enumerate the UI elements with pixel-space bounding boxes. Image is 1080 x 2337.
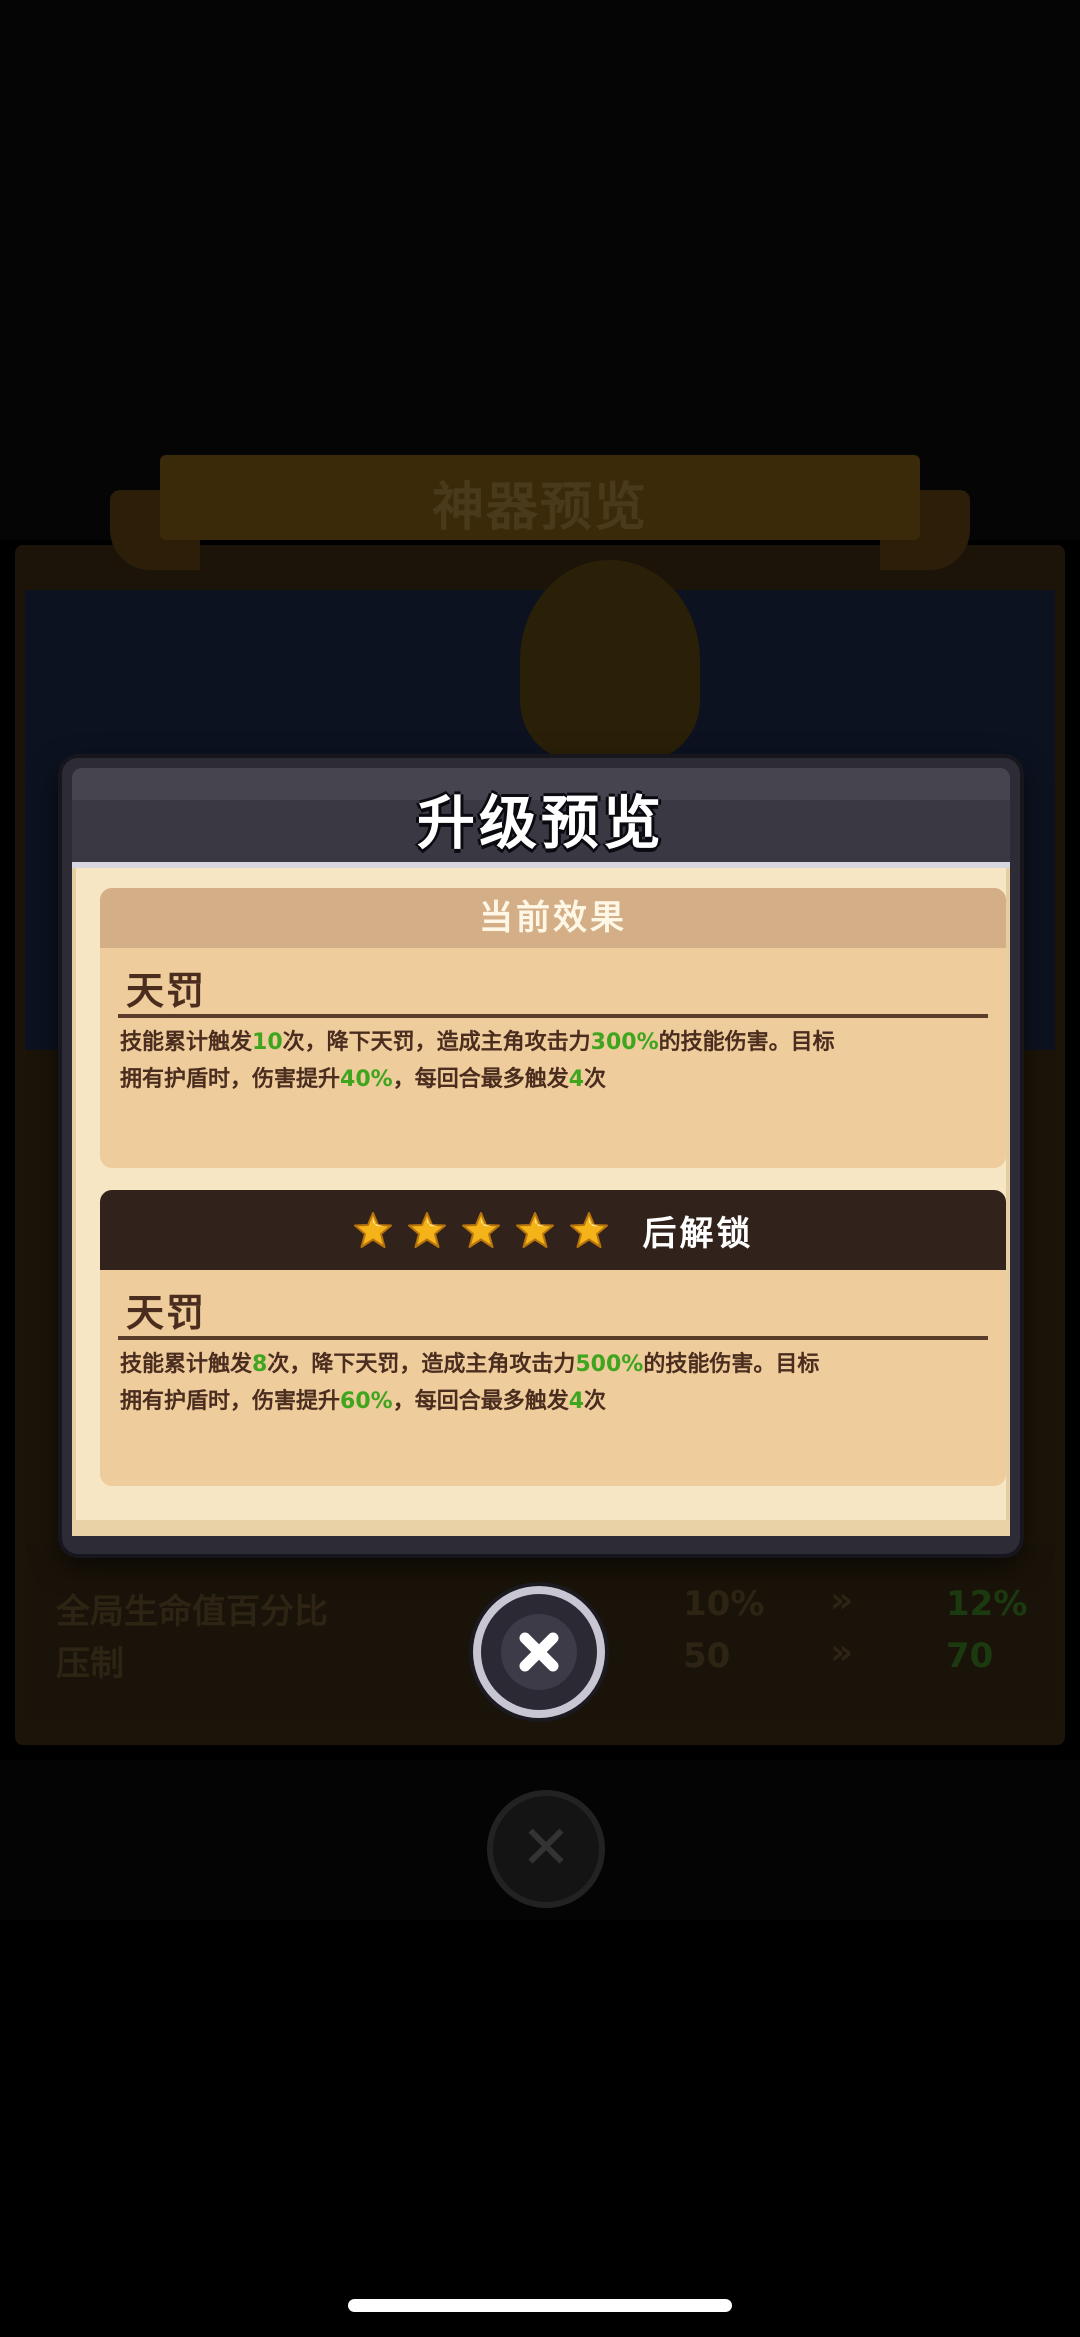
star-icon	[353, 1210, 393, 1250]
close-button[interactable]	[481, 1594, 597, 1710]
star-icon	[569, 1210, 609, 1250]
stat-next-value: 12%	[946, 1584, 1028, 1624]
artifact-image	[520, 560, 700, 760]
skill-name: 天罚	[126, 1291, 207, 1335]
unlock-label: 后解锁	[642, 1213, 754, 1254]
current-effect-card: 当前效果 天罚 技能累计触发10次，降下天罚，造成主角攻击力300%的技能伤害。…	[100, 888, 1006, 1168]
skill-description: 技能累计触发10次，降下天罚，造成主角攻击力300%的技能伤害。目标 拥有护盾时，…	[120, 1030, 835, 1092]
dialog-body-trim	[72, 1520, 1010, 1536]
star-icon	[407, 1210, 447, 1250]
skill-divider	[118, 1336, 988, 1340]
stat-label: 压制	[56, 1644, 124, 1684]
star-rating	[353, 1210, 609, 1250]
background-banner-title: 神器预览	[431, 478, 648, 538]
stat-label: 全局生命值百分比	[56, 1592, 328, 1632]
skill-divider	[118, 1014, 988, 1018]
star-icon	[515, 1210, 555, 1250]
skill-name: 天罚	[126, 969, 207, 1013]
upgrade-arrow-icon: »	[830, 1580, 853, 1621]
stat-current-value: 50	[683, 1636, 731, 1676]
unlock-requirement-header: 后解锁	[100, 1190, 1006, 1270]
close-icon	[501, 1614, 577, 1690]
stat-current-value: 10%	[683, 1584, 765, 1624]
background-close-icon: ✕	[487, 1790, 605, 1908]
upgrade-arrow-icon: »	[830, 1632, 853, 1673]
skill-description: 技能累计触发8次，降下天罚，造成主角攻击力500%的技能伤害。目标 拥有护盾时，伤…	[120, 1352, 820, 1414]
current-effect-header: 当前效果	[100, 888, 1006, 948]
dialog-title: 升级预览	[416, 789, 665, 857]
star-icon	[461, 1210, 501, 1250]
unlock-effect-card: 后解锁 天罚 技能累计触发8次，降下天罚，造成主角攻击力500%的技能伤害。目标…	[100, 1190, 1006, 1486]
dialog-body[interactable]: 当前效果 天罚 技能累计触发10次，降下天罚，造成主角攻击力300%的技能伤害。…	[72, 868, 1010, 1536]
upgrade-preview-dialog: 升级预览 当前效果 天罚 技能累计触发10次，降下天罚，造成主角攻击力300%的…	[62, 758, 1020, 1554]
stat-next-value: 70	[946, 1636, 994, 1676]
home-indicator[interactable]	[348, 2299, 732, 2312]
